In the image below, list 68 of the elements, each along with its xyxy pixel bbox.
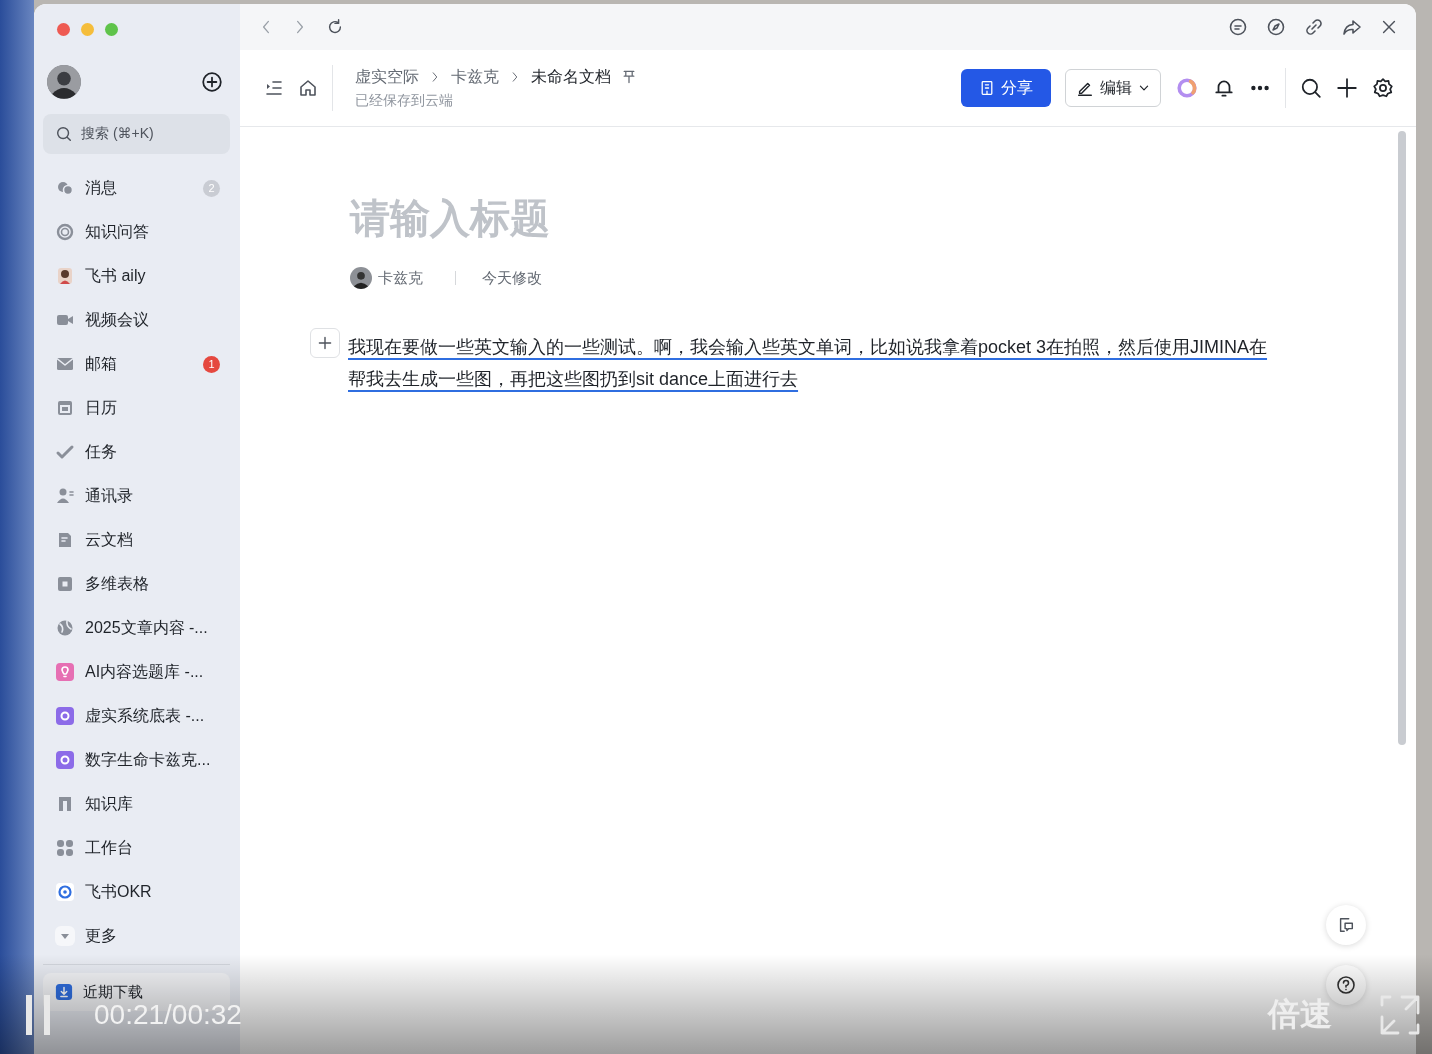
help-icon xyxy=(1336,975,1356,995)
close-icon[interactable] xyxy=(1380,18,1398,36)
breadcrumb-link[interactable]: 卡兹克 xyxy=(451,66,499,88)
sidebar-item[interactable]: 虚实系统底表 -... xyxy=(43,694,230,738)
avatar[interactable] xyxy=(47,65,81,99)
breadcrumb-link[interactable]: 未命名文档 xyxy=(531,66,611,88)
pin-icon[interactable] xyxy=(621,69,637,85)
sidebar-item[interactable]: 飞书 aily xyxy=(43,254,230,298)
edit-dropdown[interactable]: 编辑 xyxy=(1065,69,1161,107)
author-name: 卡兹克 xyxy=(378,268,423,288)
globe-icon xyxy=(55,618,75,638)
sidebar-item[interactable]: 知识库 xyxy=(43,782,230,826)
paragraph-text[interactable]: 我现在要做一些英文输入的一些测试。啊，我会输入些英文单词，比如说我拿着pocket 3在拍照，然后使用JIMINA在帮我去生成一些图，再把这些图扔到sit dance上面进行去 xyxy=(348,331,1283,395)
contact-icon xyxy=(55,486,75,506)
ring-icon xyxy=(55,222,75,242)
link-icon[interactable] xyxy=(1304,17,1324,37)
document-comment-icon xyxy=(1337,916,1355,934)
sidebar-item[interactable]: 知识问答 xyxy=(43,210,230,254)
sidebar-item[interactable]: 邮箱 1 xyxy=(43,342,230,386)
person-avatar-icon xyxy=(55,266,75,286)
add-icon[interactable] xyxy=(1336,77,1358,99)
close-window-button[interactable] xyxy=(57,23,70,36)
search-field[interactable]: 搜索 (⌘+K) xyxy=(43,114,230,154)
search-placeholder: 搜索 (⌘+K) xyxy=(81,125,154,143)
grid-icon xyxy=(55,838,75,858)
sidebar-item[interactable]: 通讯录 xyxy=(43,474,230,518)
share-arrow-icon[interactable] xyxy=(1342,17,1362,37)
app-icon xyxy=(55,750,75,770)
refresh-icon[interactable] xyxy=(326,18,344,36)
search-icon[interactable] xyxy=(1300,77,1322,99)
modified-time: 今天修改 xyxy=(482,268,542,288)
sidebar-item[interactable]: AI内容选题库 -... xyxy=(43,650,230,694)
plus-icon xyxy=(318,336,332,350)
sidebar-item[interactable]: 更多 xyxy=(43,914,230,958)
compass-icon[interactable] xyxy=(1266,17,1286,37)
sidebar-item[interactable]: 任务 xyxy=(43,430,230,474)
share-button[interactable]: 分享 xyxy=(961,69,1051,107)
outline-toggle-icon[interactable] xyxy=(264,78,284,98)
scrollbar[interactable] xyxy=(1398,131,1406,745)
sidebar-item[interactable]: 2025文章内容 -... xyxy=(43,606,230,650)
save-status: 已经保存到云端 xyxy=(355,91,454,110)
count-badge: 1 xyxy=(203,355,220,373)
add-block-button[interactable] xyxy=(310,328,340,358)
sidebar-item[interactable]: 飞书OKR xyxy=(43,870,230,914)
lightbulb-icon xyxy=(55,662,75,682)
sidebar-item[interactable]: 工作台 xyxy=(43,826,230,870)
table-icon xyxy=(55,574,75,594)
settings-icon[interactable] xyxy=(1372,77,1394,99)
target-icon xyxy=(55,882,75,902)
sidebar-item[interactable]: 数字生命卡兹克... xyxy=(43,738,230,782)
author-avatar xyxy=(350,267,372,289)
search-icon xyxy=(55,125,73,143)
add-icon[interactable] xyxy=(201,71,223,93)
comments-button[interactable] xyxy=(1326,905,1366,945)
download-icon xyxy=(55,983,73,1001)
home-icon[interactable] xyxy=(298,78,318,98)
sidebar-item[interactable]: 日历 xyxy=(43,386,230,430)
comment-icon[interactable] xyxy=(1228,17,1248,37)
building-icon xyxy=(979,80,995,96)
sidebar-item[interactable]: 云文档 xyxy=(43,518,230,562)
app-icon xyxy=(55,706,75,726)
fullscreen-icon[interactable] xyxy=(1380,995,1420,1035)
calendar-icon xyxy=(55,398,75,418)
caret-down-icon xyxy=(55,926,75,946)
ring-icon[interactable] xyxy=(1175,76,1199,100)
sidebar-item[interactable]: 多维表格 xyxy=(43,562,230,606)
breadcrumb-link[interactable]: 虚实空际 xyxy=(355,66,419,88)
sidebar-item[interactable]: 视频会议 xyxy=(43,298,230,342)
